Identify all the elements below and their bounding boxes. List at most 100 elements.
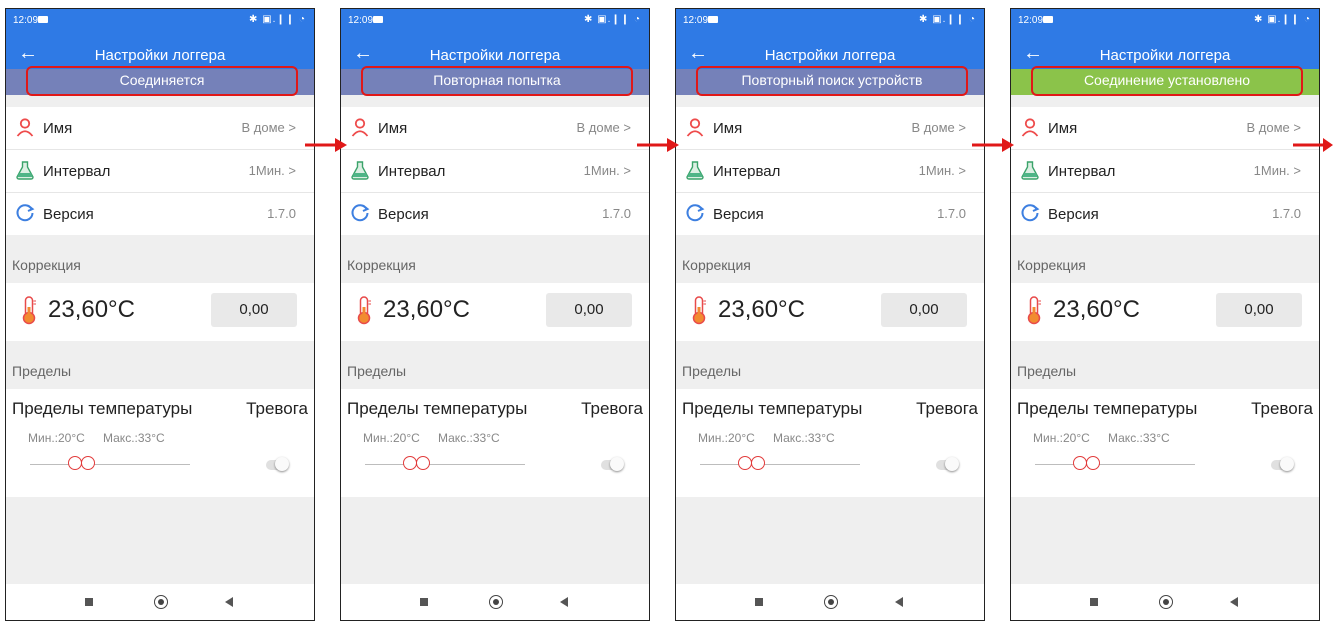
status-time: 12:09 [13,15,39,26]
page-title: Настройки логгера [429,47,561,64]
max-slider-handle[interactable] [416,456,430,470]
correction-offset-input[interactable]: 0,00 [211,293,297,327]
version-row: Версия 1.7.0 [341,193,649,235]
alarm-toggle[interactable] [601,457,624,471]
home-icon[interactable] [824,595,838,609]
limits-section-header: Пределы [676,341,984,389]
correction-offset-input[interactable]: 0,00 [881,293,967,327]
name-row[interactable]: Имя В доме > [676,107,984,150]
system-status-icons: ✱ ▣.❙❙ ◔ [584,14,641,25]
temperature-limits-label: Пределы температуры [347,399,528,418]
home-icon[interactable] [489,595,503,609]
android-nav-bar [341,584,649,620]
interval-row[interactable]: Интервал 1Мин. > [6,150,314,193]
system-status-icons: ✱ ▣.❙❙ ◔ [249,14,306,25]
max-slider-handle[interactable] [81,456,95,470]
current-temperature: 23,60°C [1053,296,1140,323]
phone-screen-connected: 12:09 ✱ ▣.❙❙ ◔ ← Настройки логгера Соеди… [1010,8,1320,621]
connection-status-banner: Повторный поиск устройств [676,66,984,96]
flask-icon [1021,161,1039,180]
min-limit-label: Мин.:20°C [28,431,85,445]
min-slider-handle[interactable] [1073,456,1087,470]
temperature-limits-label: Пределы температуры [12,399,193,418]
app-bar: ← Настройки логгера [676,41,984,69]
temperature-limits-panel: Пределы температуры Тревога Мин.:20°C Ма… [341,389,649,497]
min-slider-handle[interactable] [738,456,752,470]
interval-row[interactable]: Интервал 1Мин. > [341,150,649,193]
message-icon [1043,16,1053,23]
correction-title: Коррекция [347,257,416,273]
thermometer-icon [357,296,371,325]
status-time: 12:09 [683,15,709,26]
phone-screen-retry: 12:09 ✱ ▣.❙❙ ◔ ← Настройки логгера Повто… [340,8,650,621]
name-row[interactable]: Имя В доме > [6,107,314,150]
min-limit-label: Мин.:20°C [363,431,420,445]
name-value: В доме > [1246,120,1301,135]
max-slider-handle[interactable] [1086,456,1100,470]
recents-icon[interactable] [755,598,763,606]
chevron-right-icon: > [288,163,296,178]
alarm-label: Тревога [581,399,643,418]
interval-row[interactable]: Интервал 1Мин. > [1011,150,1319,193]
version-value: 1.7.0 [602,206,631,221]
version-label: Версия [713,206,764,223]
logger-info-list: Имя В доме > Интервал 1Мин. > Версия 1.7… [676,107,984,235]
android-nav-bar [1011,584,1319,620]
transition-arrow-icon [305,138,347,152]
back-nav-icon[interactable] [560,597,568,607]
logger-info-list: Имя В доме > Интервал 1Мин. > Версия 1.7… [1011,107,1319,235]
home-icon[interactable] [1159,595,1173,609]
alarm-label: Тревога [916,399,978,418]
alarm-label: Тревога [1251,399,1313,418]
correction-section-header: Коррекция [1011,235,1319,283]
name-label: Имя [1048,120,1078,137]
android-nav-bar [676,584,984,620]
min-slider-handle[interactable] [403,456,417,470]
interval-row[interactable]: Интервал 1Мин. > [676,150,984,193]
alarm-toggle[interactable] [936,457,959,471]
limits-section-header: Пределы [1011,341,1319,389]
status-bar: 12:09 ✱ ▣.❙❙ ◔ [6,9,314,41]
version-label: Версия [1048,206,1099,223]
alarm-toggle[interactable] [1271,457,1294,471]
version-row: Версия 1.7.0 [1011,193,1319,235]
max-limit-label: Макс.:33°C [103,431,165,445]
name-label: Имя [378,120,408,137]
page-title: Настройки логгера [764,47,896,64]
system-status-icons: ✱ ▣.❙❙ ◔ [1254,14,1311,25]
min-slider-handle[interactable] [68,456,82,470]
max-slider-handle[interactable] [751,456,765,470]
alarm-toggle[interactable] [266,457,289,471]
max-limit-label: Макс.:33°C [1108,431,1170,445]
correction-title: Коррекция [1017,257,1086,273]
transition-arrow-icon [972,138,1014,152]
back-nav-icon[interactable] [225,597,233,607]
correction-title: Коррекция [682,257,751,273]
app-bar: ← Настройки логгера [1011,41,1319,69]
recents-icon[interactable] [420,598,428,606]
limits-title: Пределы [682,363,742,379]
name-value: В доме > [911,120,966,135]
app-bar: ← Настройки логгера [6,41,314,69]
name-row[interactable]: Имя В доме > [341,107,649,150]
name-row[interactable]: Имя В доме > [1011,107,1319,150]
correction-offset-input[interactable]: 0,00 [1216,293,1302,327]
chevron-right-icon: > [288,120,296,135]
chevron-right-icon: > [958,163,966,178]
phone-screen-searching: 12:09 ✱ ▣.❙❙ ◔ ← Настройки логгера Повто… [675,8,985,621]
transition-arrow-icon [1293,138,1333,152]
home-icon[interactable] [154,595,168,609]
alarm-label: Тревога [246,399,308,418]
chevron-right-icon: > [623,163,631,178]
back-nav-icon[interactable] [895,597,903,607]
flask-icon [686,161,704,180]
status-bar: 12:09 ✱ ▣.❙❙ ◔ [1011,9,1319,41]
recents-icon[interactable] [85,598,93,606]
range-slider-track [30,464,190,465]
correction-offset-input[interactable]: 0,00 [546,293,632,327]
refresh-icon [16,204,35,222]
correction-row: 23,60°C 0,00 [1011,283,1319,341]
recents-icon[interactable] [1090,598,1098,606]
version-value: 1.7.0 [937,206,966,221]
back-nav-icon[interactable] [1230,597,1238,607]
